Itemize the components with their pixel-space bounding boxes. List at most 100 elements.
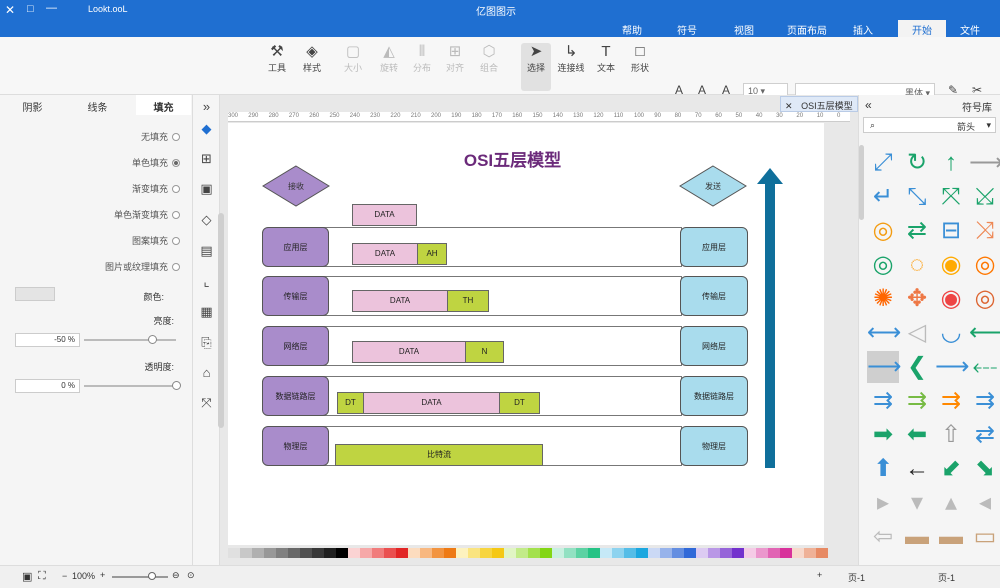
palette-swatch[interactable] bbox=[780, 548, 792, 558]
palette-swatch[interactable] bbox=[792, 548, 804, 558]
transparency-slider-handle[interactable] bbox=[172, 381, 181, 390]
layer-right-box[interactable]: 应用层 bbox=[680, 227, 748, 267]
palette-swatch[interactable] bbox=[564, 548, 576, 558]
data-segment[interactable]: DATA bbox=[352, 341, 466, 363]
tab-fill[interactable]: 填充 bbox=[136, 95, 191, 115]
outline-left-arrow-icon[interactable]: ⇦ bbox=[867, 521, 899, 553]
palette-swatch[interactable] bbox=[252, 548, 264, 558]
table-icon[interactable]: ▦ bbox=[199, 304, 214, 319]
transparency-slider[interactable] bbox=[84, 385, 176, 387]
palette-swatch[interactable] bbox=[264, 548, 276, 558]
palette-swatch[interactable] bbox=[348, 548, 360, 558]
multi-arrow-orange-icon[interactable]: ⇉ bbox=[935, 385, 967, 417]
cycle-arrows-icon[interactable]: ◎ bbox=[969, 249, 1000, 281]
add-page-icon[interactable]: + bbox=[817, 570, 822, 580]
page-tab-right[interactable]: 页-1 bbox=[938, 571, 955, 584]
diagonal-arrow-icon[interactable]: ⤡ bbox=[901, 181, 933, 213]
layer-left-box[interactable]: 物理层 bbox=[262, 426, 329, 466]
shrink-arrows-icon[interactable]: ⤩ bbox=[969, 181, 1000, 213]
layer-right-box[interactable]: 传输层 bbox=[680, 276, 748, 316]
layer-left-box[interactable]: 应用层 bbox=[262, 227, 329, 267]
up-arrow-icon[interactable]: ↑ bbox=[935, 147, 967, 179]
rotate-arrow-icon[interactable]: ↻ bbox=[901, 147, 933, 179]
bold-right-arrow-icon[interactable]: ➡ bbox=[867, 419, 899, 451]
cross-arrows-icon[interactable]: ⤧ bbox=[935, 181, 967, 213]
fullscreen-icon[interactable]: ⛶ bbox=[38, 570, 46, 583]
transparency-input[interactable]: 0 % bbox=[15, 379, 80, 393]
header-segment[interactable]: DT bbox=[337, 392, 364, 414]
multi-arrow-icon[interactable]: ⇉ bbox=[867, 385, 899, 417]
up-button-icon[interactable]: ▴ bbox=[935, 487, 967, 519]
rotate-button[interactable]: ◭ 旋转 bbox=[374, 43, 404, 74]
right-block-arrow-icon[interactable]: ⟶ bbox=[867, 351, 901, 383]
palette-swatch[interactable] bbox=[456, 548, 468, 558]
zoom-slider-handle[interactable] bbox=[148, 572, 156, 580]
palette-swatch[interactable] bbox=[756, 548, 768, 558]
maximize-icon[interactable]: □ bbox=[27, 3, 34, 15]
target-arrows-icon[interactable]: ◉ bbox=[935, 283, 967, 315]
select-button[interactable]: ➤ 选择 bbox=[521, 43, 551, 91]
palette-swatch[interactable] bbox=[480, 548, 492, 558]
swap-arrows-icon[interactable]: ⇄ bbox=[901, 215, 933, 247]
palette-swatch[interactable] bbox=[696, 548, 708, 558]
palette-swatch[interactable] bbox=[624, 548, 636, 558]
menu-insert[interactable]: 插入 bbox=[853, 22, 873, 37]
upward-arrow-shape[interactable] bbox=[756, 168, 784, 470]
trailer-segment[interactable]: DT bbox=[499, 392, 540, 414]
data-segment[interactable]: DATA bbox=[352, 290, 448, 312]
left-long-arrow-icon[interactable]: ⟵ bbox=[969, 317, 1000, 349]
close-icon[interactable]: ✕ bbox=[5, 3, 15, 17]
vertical-scrollbar[interactable] bbox=[218, 213, 224, 428]
header-segment[interactable]: TH bbox=[447, 290, 489, 312]
palette-swatch[interactable] bbox=[528, 548, 540, 558]
fill-option-gradient[interactable]: 渐变填充 bbox=[132, 182, 180, 195]
palette-swatch[interactable] bbox=[372, 548, 384, 558]
data-segment[interactable]: DATA bbox=[352, 243, 418, 265]
cart-arrow-icon[interactable]: ⊟ bbox=[935, 215, 967, 247]
palette-swatch[interactable] bbox=[336, 548, 348, 558]
dotted-circle-icon[interactable]: ◌ bbox=[901, 249, 933, 281]
grid-icon[interactable]: ⊞ bbox=[199, 151, 214, 166]
palette-swatch[interactable] bbox=[660, 548, 672, 558]
document-tab[interactable]: ✕ OSI五层模型 bbox=[780, 96, 858, 112]
size-button[interactable]: ▢ 大小 bbox=[338, 43, 368, 74]
left-triangle-icon[interactable]: ◁ bbox=[901, 317, 933, 349]
circle-arrows-icon[interactable]: ◎ bbox=[867, 249, 899, 281]
zoom-level[interactable]: 100% bbox=[72, 571, 95, 581]
curve-arrow-icon[interactable]: ◡ bbox=[935, 317, 967, 349]
palette-swatch[interactable] bbox=[600, 548, 612, 558]
down-left-arrow-icon[interactable]: ⬋ bbox=[935, 453, 967, 485]
fill-option-none[interactable]: 无填充 bbox=[141, 130, 180, 143]
back-button-icon[interactable]: ◂ bbox=[969, 487, 1000, 519]
group-button[interactable]: ⬡ 组合 bbox=[474, 43, 504, 74]
pencil-arrow-icon[interactable]: ⬆ bbox=[867, 453, 899, 485]
palette-swatch[interactable] bbox=[612, 548, 624, 558]
layer-left-box[interactable]: 网络层 bbox=[262, 326, 329, 366]
outline-up-arrow-icon[interactable]: ⇧ bbox=[935, 419, 967, 451]
collapse-icon[interactable]: « bbox=[865, 98, 872, 112]
palette-swatch[interactable] bbox=[648, 548, 660, 558]
chevron-arrow-icon[interactable]: ❮ bbox=[901, 351, 933, 383]
palette-swatch[interactable] bbox=[672, 548, 684, 558]
line-arrow-icon[interactable]: ⟶ bbox=[969, 147, 1000, 179]
dash-arrow-icon[interactable]: ⤎ bbox=[969, 351, 1000, 383]
fill-option-solid-gradient[interactable]: 单色渐变填充 bbox=[114, 208, 180, 221]
history-icon[interactable]: ⌂ bbox=[199, 365, 214, 380]
menu-symbol[interactable]: 符号 bbox=[677, 22, 697, 37]
layer-left-box[interactable]: 数据链路层 bbox=[262, 376, 329, 416]
multi-arrow-green-icon[interactable]: ⇉ bbox=[901, 385, 933, 417]
palette-swatch[interactable] bbox=[768, 548, 780, 558]
palette-swatch[interactable] bbox=[312, 548, 324, 558]
chart-icon[interactable]: ⌞ bbox=[199, 274, 214, 289]
tool-button[interactable]: ⚒ 工具 bbox=[262, 43, 292, 74]
burst-arrows-icon[interactable]: ✺ bbox=[867, 283, 899, 315]
style-button[interactable]: ◈ 样式 bbox=[297, 43, 327, 74]
color-swatch[interactable] bbox=[15, 287, 55, 301]
palette-swatch[interactable] bbox=[408, 548, 420, 558]
shade-slider-handle[interactable] bbox=[148, 335, 157, 344]
return-arrow-icon[interactable]: ↵ bbox=[867, 181, 899, 213]
search-icon[interactable]: ⌕ bbox=[870, 120, 875, 130]
palette-swatch[interactable] bbox=[552, 548, 564, 558]
double-arrow-icon[interactable]: ⟷ bbox=[867, 317, 901, 349]
zoom-slider[interactable] bbox=[112, 576, 168, 578]
